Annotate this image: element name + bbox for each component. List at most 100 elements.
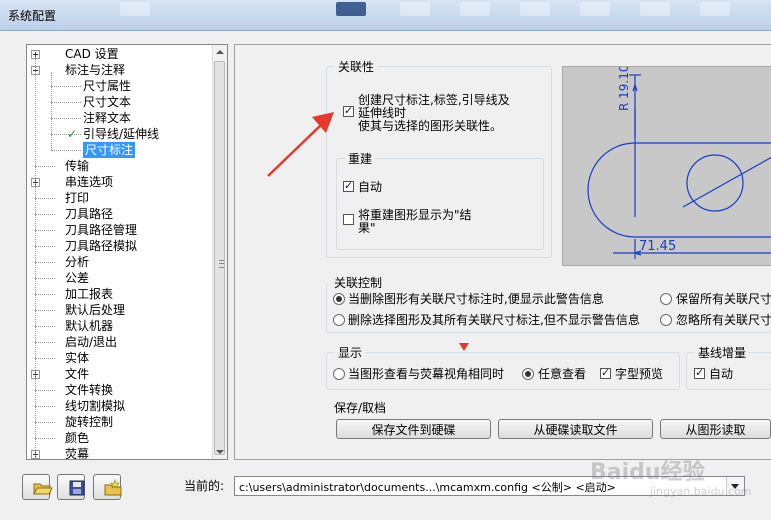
tree-item[interactable]: 刀具路径模拟 bbox=[27, 238, 213, 254]
tree-item-label: 标注与注释 bbox=[65, 63, 126, 77]
tree-item[interactable]: 文件转换 bbox=[27, 382, 213, 398]
font-preview-checkbox[interactable] bbox=[600, 366, 611, 379]
tree-item-label: 刀具路径 bbox=[65, 207, 114, 221]
tree-item[interactable]: 尺寸属性 bbox=[27, 78, 213, 94]
background-tab bbox=[700, 2, 730, 16]
tree-item[interactable]: ✓ 引导线/延伸线 bbox=[27, 126, 213, 142]
tree-item[interactable]: 公差 bbox=[27, 270, 213, 286]
tree-connector bbox=[35, 326, 55, 327]
tree-connector bbox=[35, 310, 55, 311]
new-folder-icon bbox=[104, 479, 122, 496]
window-title: 系统配置 bbox=[8, 9, 57, 23]
preview-drawing: R 19.10 71.45 bbox=[587, 64, 771, 259]
grip-icon bbox=[219, 260, 224, 268]
tree-connector bbox=[35, 57, 36, 458]
tree-connector bbox=[51, 72, 52, 150]
tree-item-label: 文件 bbox=[65, 367, 90, 381]
display-title: 显示 bbox=[335, 344, 366, 361]
tree-item-label: 公差 bbox=[65, 271, 90, 285]
current-config-label: 当前的: bbox=[184, 479, 225, 493]
rebuild-show-checkbox[interactable] bbox=[343, 214, 354, 225]
tree-item-label: 刀具路径管理 bbox=[65, 223, 138, 237]
assoc-option-ignore-label: 忽略所有关联尺寸 bbox=[676, 313, 771, 327]
save-to-disk-button[interactable]: 保存文件到硬碟 bbox=[336, 419, 491, 439]
tree-item[interactable]: 实体 bbox=[27, 350, 213, 366]
rebuild-title: 重建 bbox=[345, 150, 376, 167]
tree-item-label: 打印 bbox=[65, 191, 90, 205]
tree-item[interactable]: 串连选项 bbox=[27, 174, 213, 190]
baseline-auto-checkbox[interactable] bbox=[694, 366, 705, 379]
tree-item[interactable]: 注释文本 bbox=[27, 110, 213, 126]
assoc-option-warn-radio[interactable] bbox=[333, 293, 345, 305]
rebuild-auto-checkbox[interactable] bbox=[343, 179, 354, 192]
assoc-option-ignore-radio[interactable] bbox=[660, 314, 672, 326]
settings-tree[interactable]: CAD 设置 标注与注释 尺寸属性 尺寸文本 注释文本 ✓ 引导线/延伸线 尺寸标注 传输 串连选… bbox=[26, 44, 228, 460]
tree-item[interactable]: 标注与注释 bbox=[27, 62, 213, 78]
association-title: 关联性 bbox=[335, 58, 378, 75]
assoc-option-delete-radio[interactable] bbox=[333, 314, 345, 326]
display-any-view-radio[interactable] bbox=[522, 368, 534, 380]
load-from-disk-button[interactable]: 从硬碟读取文件 bbox=[498, 419, 653, 439]
tree-connector bbox=[35, 294, 55, 295]
tree-item[interactable]: 默认机器 bbox=[27, 318, 213, 334]
assoc-option-delete-label: 删除选择图形及其所有关联尺寸标注,但不显示警告信息 bbox=[348, 313, 640, 327]
rebuild-auto-label: 自动 bbox=[358, 180, 383, 194]
open-config-button[interactable] bbox=[22, 474, 53, 500]
display-same-view-radio[interactable] bbox=[333, 368, 345, 380]
tree-item[interactable]: 传输 bbox=[27, 158, 213, 174]
radius-dimension-text: R 19.10 bbox=[617, 67, 631, 111]
scroll-thumb[interactable] bbox=[214, 61, 225, 455]
watermark: Baidu经验 bbox=[590, 460, 705, 485]
load-from-graphics-button[interactable]: 从图形读取 bbox=[660, 419, 771, 439]
tree-connector bbox=[35, 342, 55, 343]
background-tab bbox=[580, 2, 610, 16]
linear-dimension-text: 71.45 bbox=[639, 239, 676, 254]
new-config-button[interactable] bbox=[93, 474, 122, 500]
background-tab bbox=[460, 2, 490, 16]
tree-connector bbox=[35, 438, 55, 439]
tree-item[interactable]: 加工报表 bbox=[27, 286, 213, 302]
tree-item-label: 分析 bbox=[65, 255, 90, 269]
save-config-button[interactable] bbox=[57, 474, 85, 500]
tree-connector bbox=[35, 198, 55, 199]
scroll-down-icon[interactable] bbox=[216, 450, 224, 454]
tree-item[interactable]: 尺寸标注 bbox=[27, 142, 213, 158]
background-tab bbox=[400, 2, 430, 16]
tree-item[interactable]: 启动/退出 bbox=[27, 334, 213, 350]
tree-scrollbar[interactable] bbox=[212, 45, 227, 459]
tree-connector bbox=[35, 358, 55, 359]
save-disk-icon bbox=[69, 480, 85, 496]
tree-item-label: 旋转控制 bbox=[65, 415, 114, 429]
background-tab bbox=[520, 2, 550, 16]
tree-item-label: 默认机器 bbox=[65, 319, 114, 333]
display-any-view-label: 任意查看 bbox=[538, 367, 587, 381]
create-association-checkbox[interactable] bbox=[343, 104, 354, 117]
tree-item-label: 串连选项 bbox=[65, 175, 114, 189]
tree-connector bbox=[51, 150, 81, 151]
tree-item[interactable]: 尺寸文本 bbox=[27, 94, 213, 110]
tree-item[interactable]: 默认后处理 bbox=[27, 302, 213, 318]
font-preview-label: 字型预览 bbox=[615, 367, 664, 381]
tree-item-label: 颜色 bbox=[65, 431, 90, 445]
tree-item[interactable]: 文件 bbox=[27, 366, 213, 382]
background-tab bbox=[640, 2, 670, 16]
tree-item[interactable]: 线切割模拟 bbox=[27, 398, 213, 414]
scroll-up-icon[interactable] bbox=[216, 50, 224, 54]
tree-item[interactable]: 颜色 bbox=[27, 430, 213, 446]
assoc-option-keep-radio[interactable] bbox=[660, 293, 672, 305]
checkmark-icon: ✓ bbox=[67, 127, 78, 141]
tree-item[interactable]: 荧幕 bbox=[27, 446, 213, 459]
tree-item[interactable]: 打印 bbox=[27, 190, 213, 206]
tree-connector bbox=[35, 390, 55, 391]
tree-item[interactable]: 分析 bbox=[27, 254, 213, 270]
create-association-label-2: 延伸线时 bbox=[358, 106, 407, 120]
tree-item[interactable]: 刀具路径管理 bbox=[27, 222, 213, 238]
tree-connector bbox=[35, 406, 55, 407]
tree-item[interactable]: 刀具路径 bbox=[27, 206, 213, 222]
tree-item[interactable]: CAD 设置 bbox=[27, 46, 213, 62]
tree-connector bbox=[51, 102, 81, 103]
tree-connector bbox=[35, 166, 55, 167]
background-tab bbox=[336, 2, 366, 16]
assoc-option-keep-label: 保留所有关联尺寸标注 bbox=[676, 292, 771, 306]
tree-item[interactable]: 旋转控制 bbox=[27, 414, 213, 430]
